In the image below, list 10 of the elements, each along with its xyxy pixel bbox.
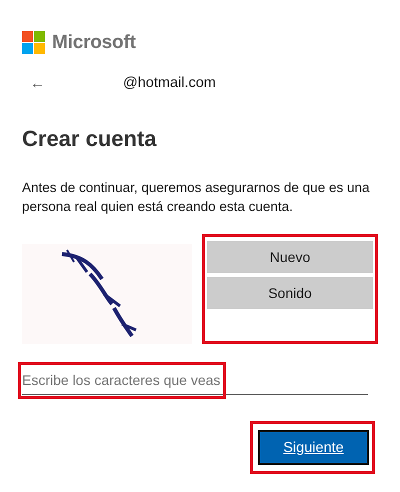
logo-icon xyxy=(22,31,45,54)
account-email: @hotmail.com xyxy=(123,75,216,91)
brand-name: Microsoft xyxy=(52,32,136,54)
page-title: Crear cuenta xyxy=(22,126,158,152)
captcha-button[interactable]: Sonido xyxy=(207,277,373,309)
captcha-button[interactable]: Nuevo xyxy=(207,241,373,273)
description-text: Antes de continuar, queremos asegurarnos de que es una persona real quien está creando esta cuenta. xyxy=(22,179,370,216)
back-button[interactable]: ← xyxy=(28,74,47,92)
input-field[interactable]: Escribe los caracteres que veas xyxy=(22,370,368,395)
next-button[interactable]: Siguiente xyxy=(258,430,369,465)
